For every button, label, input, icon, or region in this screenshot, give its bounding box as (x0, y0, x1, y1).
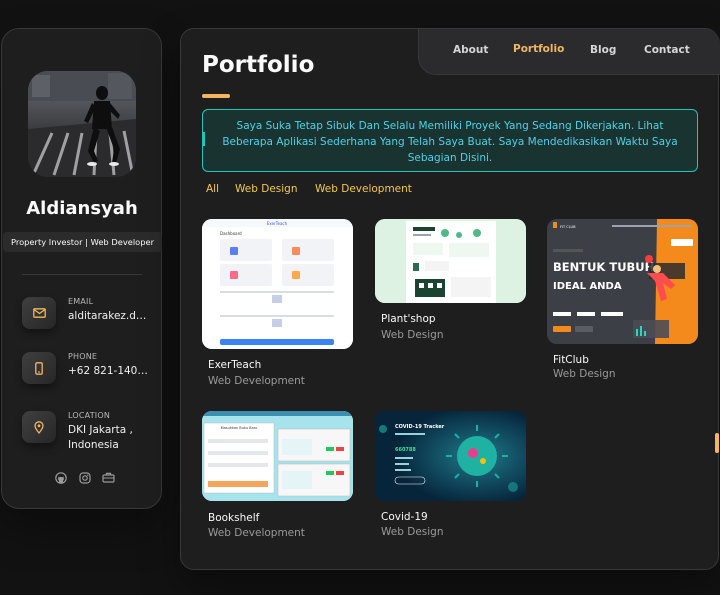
github-icon[interactable] (54, 471, 67, 484)
scroll-indicator[interactable] (715, 433, 719, 453)
contact-label: PHONE (68, 352, 98, 361)
nav-about[interactable]: About (453, 44, 488, 56)
project-category: Web Development (208, 375, 305, 387)
briefcase-icon[interactable] (102, 471, 115, 484)
sidebar-divider (22, 274, 142, 275)
contact-location: LOCATION DKI Jakarta , Indonesia (22, 411, 152, 451)
project-title: Bookshelf (208, 512, 260, 524)
top-navbar: About Portfolio Blog Contact (418, 29, 720, 75)
project-thumbnail (375, 219, 526, 303)
project-title: ExerTeach (208, 359, 262, 371)
thumb-logo-text: FIT CLUB (560, 225, 576, 229)
contact-label: EMAIL (68, 297, 94, 306)
intro-text: Saya Suka Tetap Sibuk Dan Selalu Memilik… (202, 109, 698, 172)
project-category: Web Design (381, 329, 444, 341)
avatar (28, 71, 136, 177)
project-category: Web Design (381, 526, 444, 538)
instagram-icon[interactable] (78, 471, 91, 484)
project-thumbnail: FIT CLUB BENTUK TUBUH IDEAL ANDA (547, 219, 698, 344)
thumb-app-title: COVID-19 Tracker (395, 424, 445, 430)
filter-web-design[interactable]: Web Design (235, 183, 297, 195)
thumb-headline-1: BENTUK TUBUH (553, 260, 654, 274)
filter-all[interactable]: All (206, 183, 219, 195)
social-links (54, 471, 115, 484)
location-text: DKI Jakarta , Indonesia (68, 424, 133, 451)
portfolio-panel: About Portfolio Blog Contact Portfolio S… (180, 28, 720, 570)
contact-email: EMAIL alditarakez.de... (22, 297, 152, 337)
mail-icon (22, 297, 56, 329)
thumb-headline-2: IDEAL ANDA (553, 281, 622, 292)
nav-contact[interactable]: Contact (644, 44, 690, 56)
thumb-section-text: Dashboard (220, 231, 242, 236)
project-title: Plant'shop (381, 313, 436, 325)
profile-sidebar: Aldiansyah Property Investor | Web Devel… (1, 28, 162, 509)
text-cursor (203, 132, 205, 146)
phone-link[interactable]: +62 821-1402-... (68, 364, 152, 379)
page-title: Portfolio (202, 52, 315, 78)
contact-phone: PHONE +62 821-1402-... (22, 352, 152, 392)
project-title: FitClub (553, 354, 589, 366)
filter-web-development[interactable]: Web Development (315, 183, 412, 195)
title-underline (202, 94, 230, 98)
profile-role: Property Investor | Web Developer (3, 232, 162, 252)
project-category: Web Design (553, 368, 616, 380)
project-title: Covid-19 (381, 511, 428, 523)
nav-blog[interactable]: Blog (590, 44, 616, 56)
thumb-form-title: Masukkan Buku Baru (221, 426, 258, 430)
phone-icon (22, 352, 56, 384)
project-thumbnail: ExerTeach Dashboard (202, 219, 353, 349)
nav-portfolio[interactable]: Portfolio (513, 43, 564, 55)
project-category: Web Development (208, 527, 305, 539)
contact-label: LOCATION (68, 411, 111, 420)
project-thumbnail: COVID-19 Tracker 660788 (375, 411, 526, 501)
thumb-case-number: 660788 (395, 447, 416, 453)
project-thumbnail: Masukkan Buku Baru (202, 411, 353, 501)
thumb-header-text: ExerTeach (267, 221, 288, 226)
email-link[interactable]: alditarakez.de... (68, 309, 152, 324)
profile-name: Aldiansyah (26, 198, 138, 219)
location-pin-icon (22, 411, 56, 443)
